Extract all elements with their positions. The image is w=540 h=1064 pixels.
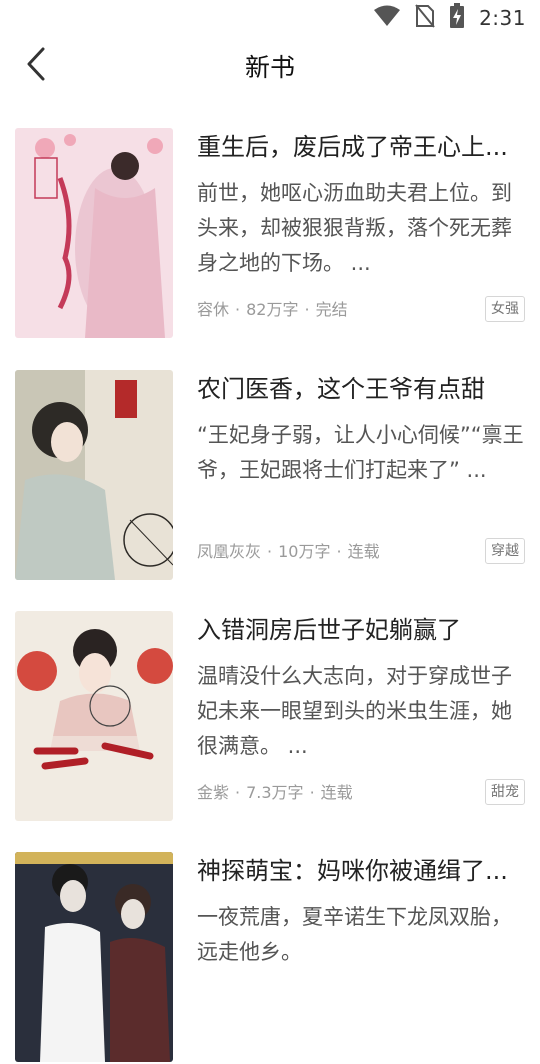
book-status: 连载 [320,783,353,802]
book-cover[interactable] [15,611,173,821]
status-icons: 2:31 [373,3,526,33]
book-item[interactable]: 重生后，废后成了帝王心上... 前世，她呕心沥血助夫君上位。到头来，却被狠狠背叛… [0,128,540,340]
status-bar: 2:31 [0,0,540,36]
book-status: 连载 [347,542,380,561]
book-status: 完结 [315,300,348,319]
no-sim-icon [415,4,435,32]
book-item[interactable]: 入错洞房后世子妃躺赢了 温晴没什么大志向，对于穿成世子妃未来一眼望到头的米虫生涯… [0,611,540,823]
book-author: 凤凰灰灰 [197,542,262,561]
book-title[interactable]: 重生后，废后成了帝王心上... [197,130,527,164]
book-meta: 金紫 · 7.3万字 · 连载 [197,783,353,802]
book-author: 容休 [197,300,230,319]
book-cover[interactable] [15,128,173,338]
book-cover[interactable] [15,370,173,580]
book-title[interactable]: 入错洞房后世子妃躺赢了 [197,613,527,647]
status-time: 2:31 [479,6,526,30]
book-word-count: 82万字 [246,300,299,319]
wifi-icon [373,5,401,31]
book-item[interactable]: 农门医香，这个王爷有点甜 “王妃身子弱，让人小心伺候”“禀王爷，王妃跟将士们打起… [0,370,540,582]
book-item[interactable]: 神探萌宝：妈咪你被通缉了... 一夜荒唐，夏辛诺生下龙凤双胎，远走他乡。 [0,852,540,1064]
battery-charging-icon [449,3,465,33]
book-title[interactable]: 农门医香，这个王爷有点甜 [197,372,527,406]
book-author: 金紫 [197,783,230,802]
book-title[interactable]: 神探萌宝：妈咪你被通缉了... [197,854,527,888]
book-description: “王妃身子弱，让人小心伺候”“禀王爷，王妃跟将士们打起来了” ... [197,423,524,482]
book-meta: 容休 · 82万字 · 完结 [197,300,348,319]
header: 新书 [0,36,540,96]
book-tag[interactable]: 甜宠 [485,779,525,805]
book-description: 一夜荒唐，夏辛诺生下龙凤双胎，远走他乡。 [197,905,512,964]
book-description: 前世，她呕心沥血助夫君上位。到头来，却被狠狠背叛，落个死无葬身之地的下场。 ..… [197,181,512,275]
book-meta: 凤凰灰灰 · 10万字 · 连载 [197,542,380,561]
page-title: 新书 [244,53,295,82]
book-word-count: 10万字 [278,542,331,561]
book-description: 温晴没什么大志向，对于穿成世子妃未来一眼望到头的米虫生涯，她很满意。 ... [197,664,512,758]
book-word-count: 7.3万字 [246,783,304,802]
book-cover[interactable] [15,852,173,1062]
book-tag[interactable]: 穿越 [485,538,525,564]
book-tag[interactable]: 女强 [485,296,525,322]
